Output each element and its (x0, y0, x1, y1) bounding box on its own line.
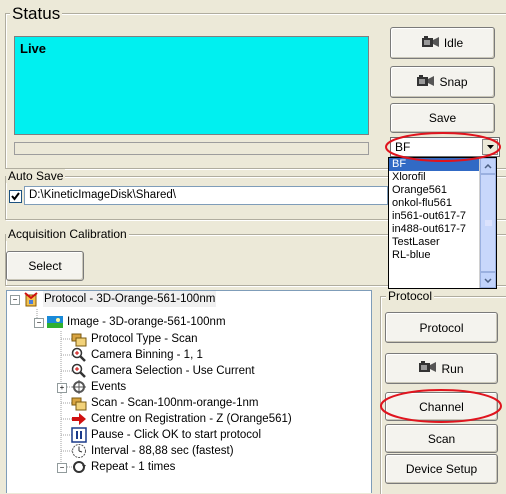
camera-icon (419, 361, 437, 376)
scan-button[interactable]: Scan (385, 424, 498, 453)
status-display: Live (14, 36, 369, 135)
channel-option[interactable]: in488-out617-7 (389, 223, 480, 236)
snap-button-label: Snap (439, 75, 468, 89)
dropdown-scrollbar[interactable] (479, 158, 496, 288)
folders-icon (71, 395, 87, 411)
tree-item-interval[interactable]: Interval - 88,88 sec (fastest) (71, 443, 234, 459)
tree-item-label: Events (91, 381, 127, 393)
arrow-right-icon (71, 411, 87, 427)
camera-icon (421, 35, 440, 51)
chevron-down-icon (484, 277, 492, 283)
channel-option[interactable]: onkol-flu561 (389, 197, 480, 210)
events-icon (71, 379, 87, 395)
expand-events-toggle[interactable]: + (57, 383, 67, 393)
acquisition-calibration-legend: Acquisition Calibration (6, 227, 129, 241)
collapse-image-toggle[interactable]: − (34, 318, 44, 328)
snap-button[interactable]: Snap (390, 66, 495, 98)
tree-item-pause[interactable]: Pause - Click OK to start protocol (71, 427, 261, 443)
checkmark-icon (11, 192, 20, 201)
zoom-icon (71, 347, 87, 363)
protocol-icon (23, 291, 39, 307)
save-button-label: Save (428, 111, 457, 125)
channel-button[interactable]: Channel (385, 392, 498, 421)
device-setup-button-label: Device Setup (405, 462, 478, 476)
scroll-thumb[interactable] (480, 174, 496, 272)
scan-button-label: Scan (427, 431, 456, 446)
channel-dropdown-list[interactable]: BF Xlorofil Orange561 onkol-flu561 in561… (388, 157, 497, 289)
device-setup-button[interactable]: Device Setup (385, 454, 498, 484)
tree-item-centre-registration[interactable]: Centre on Registration - Z (Orange561) (71, 411, 292, 427)
tree-item-label: Repeat - 1 times (91, 461, 176, 473)
tree-item-label: Protocol Type - Scan (91, 333, 198, 345)
repeat-icon (71, 459, 87, 475)
select-button[interactable]: Select (6, 251, 84, 281)
image-icon (47, 314, 63, 330)
idle-button[interactable]: Idle (390, 27, 495, 59)
clock-icon (71, 443, 87, 459)
channel-option[interactable]: Xlorofil (389, 171, 480, 184)
tree-root-node[interactable]: Protocol - 3D-Orange-561-100nm (23, 291, 217, 307)
select-button-label: Select (28, 259, 62, 273)
tree-item-repeat[interactable]: Repeat - 1 times (71, 459, 175, 475)
run-button[interactable]: Run (385, 353, 498, 384)
pause-icon (71, 427, 87, 443)
channel-button-label: Channel (419, 399, 464, 414)
auto-save-path-text: D:\KineticImageDisk\Shared\ (29, 189, 177, 201)
tree-item-label: Camera Selection - Use Current (91, 365, 255, 377)
tree-item-events[interactable]: Events (71, 379, 126, 395)
channel-option[interactable]: Orange561 (389, 184, 480, 197)
channel-select[interactable]: BF (390, 137, 500, 157)
auto-save-checkbox[interactable] (9, 190, 22, 203)
auto-save-path-field[interactable]: D:\KineticImageDisk\Shared\ (24, 186, 388, 205)
channel-option[interactable]: BF (389, 158, 480, 171)
tree-item-label: Pause - Click OK to start protocol (91, 429, 262, 441)
scroll-down-button[interactable] (480, 272, 496, 288)
tree-image-node[interactable]: Image - 3D-orange-561-100nm (47, 314, 226, 330)
grip-icon (484, 220, 492, 225)
tree-item-label: Camera Binning - 1, 1 (91, 349, 203, 361)
channel-option[interactable]: in561-out617-7 (389, 210, 480, 223)
channel-option[interactable]: RL-blue (389, 249, 480, 262)
tree-item-camera-selection[interactable]: Camera Selection - Use Current (71, 363, 255, 379)
protocol-legend: Protocol (386, 289, 435, 303)
save-button[interactable]: Save (390, 103, 495, 133)
scroll-up-button[interactable] (480, 158, 496, 174)
tree-image-label: Image - 3D-orange-561-100nm (67, 316, 226, 328)
tree-root-label: Protocol - 3D-Orange-561-100nm (43, 291, 217, 307)
collapse-repeat-toggle[interactable]: − (57, 463, 67, 473)
tree-item-protocol-type[interactable]: Protocol Type - Scan (71, 331, 198, 347)
chevron-up-icon (484, 163, 492, 169)
tree-item-scan[interactable]: Scan - Scan-100nm-orange-1nm (71, 395, 258, 411)
protocol-button-label: Protocol (419, 320, 464, 335)
zoom-icon (71, 363, 87, 379)
tree-item-label: Scan - Scan-100nm-orange-1nm (91, 397, 259, 409)
run-button-label: Run (441, 361, 464, 376)
channel-option[interactable]: TestLaser (389, 236, 480, 249)
chevron-down-icon[interactable] (482, 139, 498, 155)
tree-item-label: Interval - 88,88 sec (fastest) (91, 445, 234, 457)
collapse-root-toggle[interactable]: − (10, 295, 20, 305)
folders-icon (71, 331, 87, 347)
status-display-text: Live (20, 41, 47, 56)
status-legend: Status (10, 4, 63, 24)
camera-icon (417, 74, 435, 90)
protocol-button[interactable]: Protocol (385, 312, 498, 343)
status-bar (14, 142, 369, 155)
channel-select-value: BF (395, 140, 411, 154)
auto-save-legend: Auto Save (6, 169, 66, 183)
tree-item-camera-binning[interactable]: Camera Binning - 1, 1 (71, 347, 203, 363)
tree-item-label: Centre on Registration - Z (Orange561) (91, 413, 292, 425)
protocol-tree[interactable]: − Protocol - 3D-Orange-561-100nm − Image… (6, 290, 372, 493)
idle-button-label: Idle (443, 36, 464, 50)
